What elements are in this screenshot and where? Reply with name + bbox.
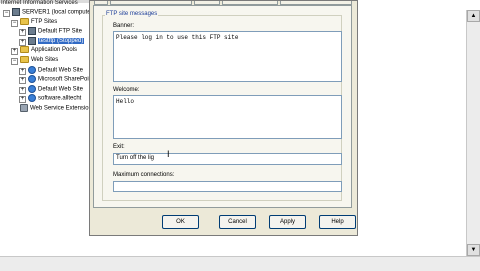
tree-node-label: Default Web Site <box>38 86 83 93</box>
tree-node-label: Web Sites <box>31 57 59 64</box>
expand-icon[interactable]: + <box>19 96 26 104</box>
result-pane <box>355 0 480 255</box>
gear-icon <box>20 104 28 112</box>
expand-icon[interactable]: + <box>11 48 18 56</box>
max-connections-field[interactable] <box>113 181 342 192</box>
help-button[interactable]: Help <box>319 215 356 229</box>
collapse-icon[interactable]: − <box>11 19 18 27</box>
ok-button[interactable]: OK <box>162 215 199 229</box>
expand-icon[interactable]: + <box>19 38 26 46</box>
tree-node-label: software.alltecht <box>38 95 82 102</box>
welcome-label: Welcome: <box>113 87 140 93</box>
tree-header: Internet Information Services <box>1 0 78 6</box>
console-tree[interactable]: − SERVER1 (local computer) − FTP Sites + Defa… <box>0 8 96 248</box>
globe-icon <box>28 65 36 74</box>
collapse-icon[interactable]: − <box>11 58 18 65</box>
ftp-properties-dialog: FTP site messages Banner: Please log in … <box>89 0 358 236</box>
tree-node-label: Default FTP Site <box>38 28 82 35</box>
horizontal-scrollbar[interactable] <box>0 256 480 271</box>
exit-field[interactable]: Turn off the lig <box>113 153 342 165</box>
banner-label: Banner: <box>113 23 135 29</box>
collapse-icon[interactable]: − <box>3 10 10 17</box>
expand-icon[interactable]: + <box>19 67 26 75</box>
apply-button[interactable]: Apply <box>269 215 306 229</box>
folder-icon <box>20 56 29 63</box>
server-icon <box>12 8 20 16</box>
tree-node-label: Microsoft SharePoi <box>38 76 89 83</box>
banner-textarea[interactable]: Please log in to use this FTP site <box>113 31 342 82</box>
folder-icon <box>20 46 29 54</box>
tree-node-label: FTP Sites <box>31 18 58 25</box>
globe-icon <box>28 94 36 103</box>
welcome-textarea[interactable]: Hello <box>113 95 342 139</box>
globe-icon <box>28 84 36 93</box>
ftp-site-icon <box>28 36 36 45</box>
expand-icon[interactable]: + <box>19 29 26 37</box>
scroll-down-icon[interactable]: ▼ <box>467 244 480 256</box>
tree-node-label: Web Service Extensio <box>30 105 89 112</box>
globe-icon <box>28 75 36 84</box>
tree-node-label: Application Pools <box>31 47 78 54</box>
scroll-up-icon[interactable]: ▲ <box>467 10 480 22</box>
text-cursor-icon: I <box>167 149 170 159</box>
max-connections-label: Maximum connections: <box>113 172 175 178</box>
tree-node-label: testftp (Stopped) <box>38 38 85 45</box>
tree-node-label: SERVER1 (local computer) <box>22 9 95 16</box>
group-title: FTP site messages <box>105 11 159 17</box>
cancel-button[interactable]: Cancel <box>219 215 256 229</box>
messages-tab-panel: FTP site messages Banner: Please log in … <box>93 5 352 208</box>
folder-icon <box>20 17 29 25</box>
vertical-scrollbar[interactable]: ▲ ▼ <box>466 10 480 256</box>
ftp-site-icon <box>28 27 36 36</box>
exit-label: Exit: <box>113 144 125 150</box>
expand-icon[interactable]: + <box>19 77 26 85</box>
expand-icon[interactable]: + <box>19 86 26 94</box>
tree-node-label: Default Web Site <box>38 67 83 74</box>
